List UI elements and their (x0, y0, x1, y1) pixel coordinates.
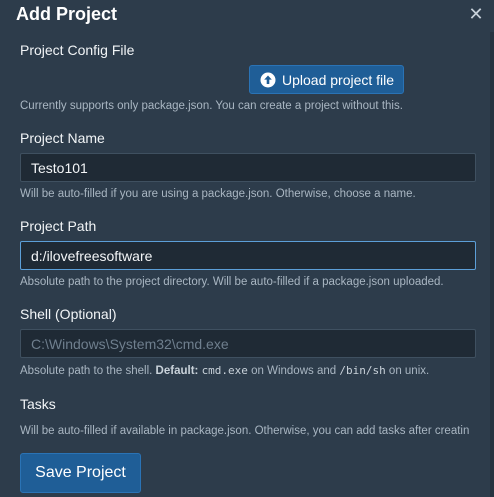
project-path-input[interactable] (20, 241, 476, 270)
shell-help-suffix: on unix. (388, 365, 430, 377)
scrollbar-track[interactable] (490, 32, 494, 497)
tasks-help: Will be auto-filled if available in pack… (20, 425, 470, 437)
config-file-help: Currently supports only package.json. Yo… (20, 100, 403, 112)
shell-help-mid: on Windows and (251, 365, 337, 377)
shell-help-prefix: Absolute path to the shell. (20, 365, 153, 377)
shell-help: Absolute path to the shell. Default: cmd… (20, 364, 429, 377)
shell-help-unix-value: /bin/sh (339, 364, 386, 377)
upload-project-file-button[interactable]: Upload project file (249, 65, 404, 94)
tasks-label: Tasks (20, 396, 56, 412)
add-project-dialog: Add Project ✕ Project Config File Upload… (0, 0, 494, 497)
shell-help-default-label: Default: (155, 365, 199, 377)
shell-label: Shell (Optional) (20, 306, 117, 322)
upload-arrow-icon (260, 72, 276, 88)
close-icon[interactable]: ✕ (466, 3, 486, 25)
project-path-label: Project Path (20, 218, 97, 234)
save-project-button[interactable]: Save Project (20, 453, 141, 493)
dialog-header: Add Project ✕ (0, 0, 494, 32)
shell-input[interactable] (20, 329, 476, 358)
upload-button-label: Upload project file (282, 72, 395, 88)
dialog-title: Add Project (16, 4, 118, 24)
shell-help-windows-value: cmd.exe (201, 364, 248, 377)
project-name-label: Project Name (20, 130, 105, 146)
project-name-help: Will be auto-filled if you are using a p… (20, 188, 416, 200)
project-path-help: Absolute path to the project directory. … (20, 276, 444, 288)
project-name-input[interactable] (20, 153, 476, 182)
config-file-label: Project Config File (20, 42, 135, 58)
